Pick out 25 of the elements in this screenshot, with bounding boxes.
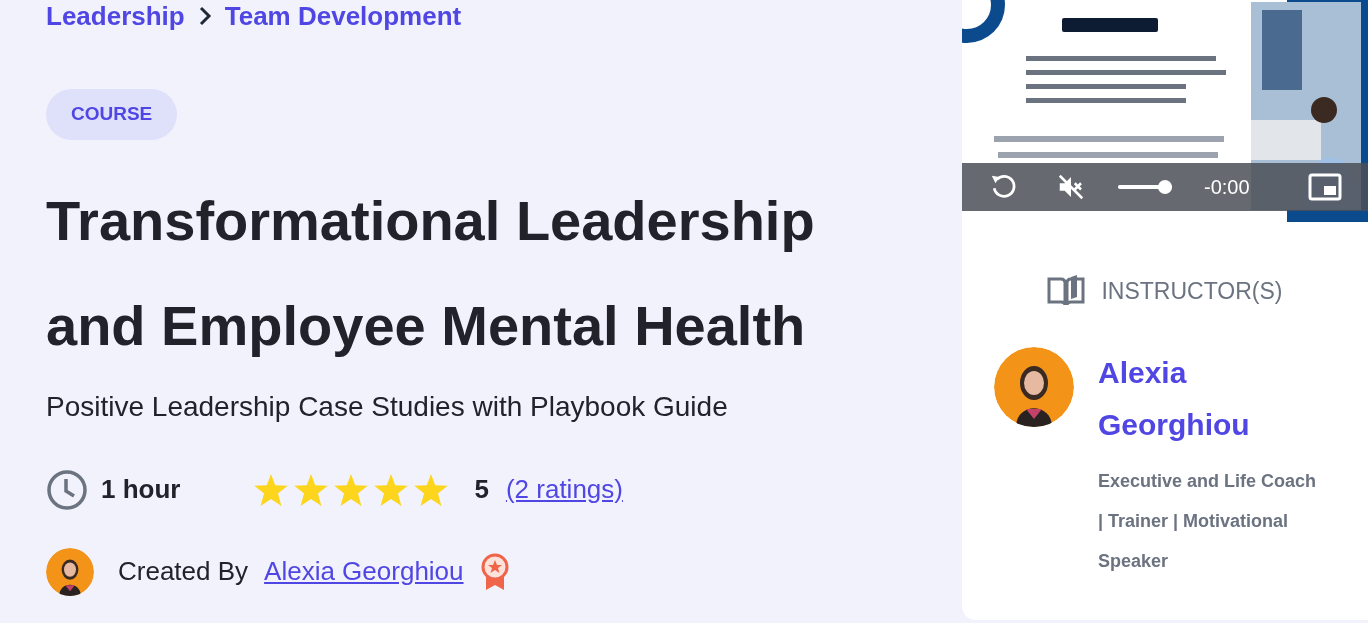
breadcrumb-link[interactable]: Leadership [46,3,185,29]
star-icon [334,473,369,506]
instructor-name[interactable]: Alexia Georghiou [1098,346,1298,451]
created-by-label: Created By [118,555,249,588]
volume-slider[interactable] [1118,180,1172,194]
time-remaining: -0:00 [1204,175,1250,200]
duration-text: 1 hour [101,473,181,506]
star-icon [374,473,409,506]
book-icon [1047,275,1086,308]
award-icon [479,552,510,591]
picture-in-picture-button[interactable] [1308,172,1342,202]
muted-button[interactable] [1056,172,1086,202]
creator-link[interactable]: Alexia Georghiou [264,552,464,591]
course-label: COURSE [46,89,178,140]
clock-icon [46,468,88,511]
instructors-heading: INSTRUCTOR(S) [1101,277,1283,306]
rating-score: 5 [474,473,489,506]
course-title: Transformational Leadership and Employee Mental Health [46,187,816,359]
ratings-link[interactable]: (2 ratings) [505,470,623,509]
star-icon [294,473,329,506]
star-icon [254,473,289,506]
instructor-bio: Executive and Life Coach | Trainer | Motivational Speaker [1098,469,1318,573]
course-subtitle: Positive Leadership Case Studies with Playbook Guide [46,389,729,424]
star-icon [414,473,449,506]
breadcrumb-link[interactable]: Team Development [224,3,462,29]
